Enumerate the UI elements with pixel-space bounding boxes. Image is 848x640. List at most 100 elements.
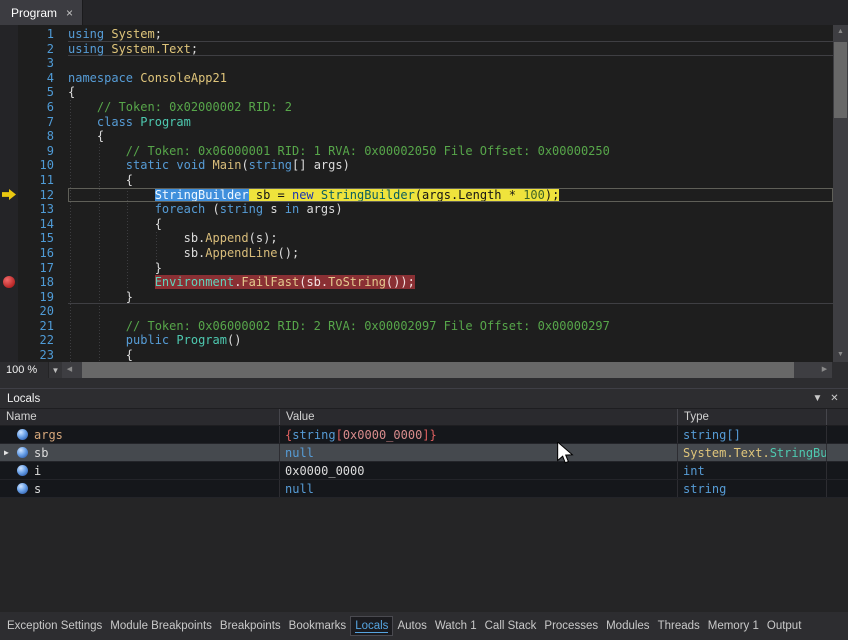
toolwindow-tab-modules[interactable]: Modules: [602, 616, 653, 636]
code-text: sb.AppendLine();: [68, 246, 833, 261]
vertical-scrollbar[interactable]: ▲ ▼: [833, 25, 848, 362]
locals-row-sb[interactable]: ▶sbnullSystem.Text.StringBuilder: [0, 444, 848, 462]
locals-row-i[interactable]: i0x0000_0000int: [0, 462, 848, 480]
toolwindow-tab-bookmarks[interactable]: Bookmarks: [285, 616, 351, 636]
toolwindow-tab-call-stack[interactable]: Call Stack: [481, 616, 541, 636]
debugger-window: Program × 1using System;2 using System.Te…: [0, 0, 848, 640]
column-header-type[interactable]: Type: [678, 409, 827, 425]
expand-chevron-icon[interactable]: ▶: [4, 448, 16, 457]
code-text: {: [68, 348, 833, 362]
code-line-9[interactable]: 9 // Token: 0x06000001 RID: 1 RVA: 0x000…: [0, 144, 833, 159]
code-line-12[interactable]: 12 StringBuilder sb = new StringBuilder(…: [0, 188, 833, 203]
horizontal-scrollbar[interactable]: ◀ ▶: [62, 362, 832, 378]
line-number: 2: [18, 42, 54, 57]
locals-grid: args{string[0x0000_0000]}string[]▶sbnull…: [0, 426, 848, 498]
toolwindow-tab-module-breakpoints[interactable]: Module Breakpoints: [106, 616, 216, 636]
line-number: 20: [18, 304, 54, 319]
window-close-icon[interactable]: ✕: [826, 393, 843, 404]
locals-row-args[interactable]: args {string[0x0000_0000]}string[]: [0, 426, 848, 444]
code-line-16[interactable]: 16 sb.AppendLine();: [0, 246, 833, 261]
column-header-name[interactable]: Name: [0, 409, 280, 425]
code-line-13[interactable]: 13 foreach (string s in args): [0, 202, 833, 217]
column-header-value[interactable]: Value: [280, 409, 678, 425]
scroll-left-icon[interactable]: ◀: [62, 362, 77, 378]
scroll-down-icon[interactable]: ▼: [833, 348, 848, 362]
variable-name: args: [34, 428, 63, 442]
toolwindow-tab-processes[interactable]: Processes: [540, 616, 602, 636]
code-line-11[interactable]: 11 {: [0, 173, 833, 188]
code-line-19[interactable]: 19 }: [0, 290, 833, 305]
cell-name[interactable]: ▶sb: [0, 444, 280, 461]
code-line-20[interactable]: 20: [0, 304, 833, 319]
code-line-4[interactable]: 4namespace ConsoleApp21: [0, 71, 833, 86]
code-line-18[interactable]: 18 Environment.FailFast(sb.ToString());: [0, 275, 833, 290]
code-line-3[interactable]: 3: [0, 56, 833, 71]
line-number: 9: [18, 144, 54, 159]
code-text: {: [68, 85, 833, 100]
cell-value[interactable]: null: [280, 480, 678, 497]
cell-name[interactable]: args: [0, 426, 280, 443]
code-line-6[interactable]: 6 // Token: 0x02000002 RID: 2: [0, 100, 833, 115]
line-number: 8: [18, 129, 54, 144]
scroll-right-icon[interactable]: ▶: [817, 362, 832, 378]
code-line-5[interactable]: 5{: [0, 85, 833, 100]
mouse-cursor: [556, 442, 574, 464]
cell-value[interactable]: 0x0000_0000: [280, 462, 678, 479]
cell-value[interactable]: null: [280, 444, 678, 461]
line-number: 11: [18, 173, 54, 188]
code-line-23[interactable]: 23 {: [0, 348, 833, 362]
toolwindow-tab-breakpoints[interactable]: Breakpoints: [216, 616, 285, 636]
code-text: }: [68, 261, 833, 276]
code-text: using System.Text;: [68, 42, 833, 57]
vertical-scroll-thumb[interactable]: [834, 42, 847, 118]
code-line-8[interactable]: 8 {: [0, 129, 833, 144]
cell-filler: [827, 426, 848, 443]
locals-row-s[interactable]: snullstring: [0, 480, 848, 498]
cell-type[interactable]: string[]: [678, 426, 827, 443]
horizontal-scroll-thumb[interactable]: [82, 362, 794, 378]
toolwindow-tab-output[interactable]: Output: [763, 616, 806, 636]
window-menu-icon[interactable]: ▼: [809, 393, 826, 404]
zoom-control[interactable]: 100 %: [0, 362, 48, 378]
scrollbar-corner: [832, 362, 848, 378]
cell-name[interactable]: i: [0, 462, 280, 479]
toolwindow-tab-locals[interactable]: Locals: [350, 616, 393, 636]
code-text: namespace ConsoleApp21: [68, 71, 833, 86]
code-editor[interactable]: 1using System;2 using System.Text;34names…: [0, 25, 848, 378]
toolwindow-tab-exception-settings[interactable]: Exception Settings: [3, 616, 106, 636]
code-line-22[interactable]: 22 public Program(): [0, 333, 833, 348]
tab-program[interactable]: Program ×: [0, 0, 83, 25]
zoom-chevron-icon[interactable]: ▼: [48, 362, 62, 378]
code-text: {: [68, 217, 833, 232]
cell-filler: [827, 480, 848, 497]
code-line-21[interactable]: 21 // Token: 0x06000002 RID: 2 RVA: 0x00…: [0, 319, 833, 334]
code-line-10[interactable]: 10 static void Main(string[] args): [0, 158, 833, 173]
code-lines[interactable]: 1using System;2 using System.Text;34names…: [0, 25, 833, 362]
toolwindow-tab-watch-1[interactable]: Watch 1: [431, 616, 481, 636]
line-number: 7: [18, 115, 54, 130]
code-line-14[interactable]: 14 {: [0, 217, 833, 232]
locals-titlebar[interactable]: Locals ▼ ✕: [0, 389, 848, 408]
cell-type[interactable]: System.Text.StringBuilder: [678, 444, 827, 461]
code-line-1[interactable]: 1using System;: [0, 27, 833, 42]
toolwindow-tab-autos[interactable]: Autos: [393, 616, 430, 636]
breakpoint-icon[interactable]: [3, 276, 15, 288]
scroll-up-icon[interactable]: ▲: [833, 25, 848, 39]
code-text: {: [68, 173, 833, 188]
cell-type[interactable]: string: [678, 480, 827, 497]
toolwindow-tab-memory-1[interactable]: Memory 1: [704, 616, 763, 636]
code-line-17[interactable]: 17 }: [0, 261, 833, 276]
cell-value[interactable]: {string[0x0000_0000]}: [280, 426, 678, 443]
toolwindow-tab-threads[interactable]: Threads: [654, 616, 704, 636]
code-line-7[interactable]: 7 class Program: [0, 115, 833, 130]
line-number: 22: [18, 333, 54, 348]
code-line-15[interactable]: 15 sb.Append(s);: [0, 231, 833, 246]
line-number: 6: [18, 100, 54, 115]
tab-close-icon[interactable]: ×: [66, 7, 73, 19]
code-line-2[interactable]: 2 using System.Text;: [0, 42, 833, 57]
line-number: 23: [18, 348, 54, 362]
cell-name[interactable]: s: [0, 480, 280, 497]
cell-type[interactable]: int: [678, 462, 827, 479]
window-splitter[interactable]: [0, 378, 848, 388]
locals-panel: Locals ▼ ✕ Name Value Type args {string[0…: [0, 388, 848, 612]
